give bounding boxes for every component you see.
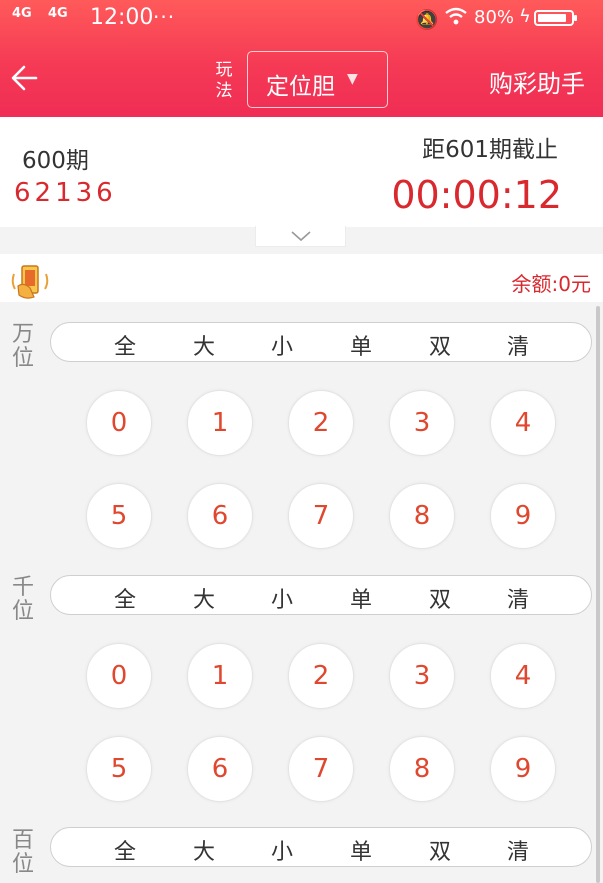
filter-big[interactable]: 大 bbox=[184, 834, 224, 866]
mode-select-value: 定位胆 bbox=[266, 74, 335, 100]
charging-icon: ϟ bbox=[519, 6, 531, 27]
expand-history-button[interactable] bbox=[255, 226, 346, 247]
ball-qian-9[interactable]: 9 bbox=[490, 736, 556, 802]
filter-clear[interactable]: 清 bbox=[498, 582, 538, 614]
signal-4g-icon-2: 4G bbox=[48, 6, 68, 21]
balance-strip: 余额:0元 bbox=[0, 254, 603, 302]
ball-wan-8[interactable]: 8 bbox=[389, 483, 455, 549]
ball-wan-0[interactable]: 0 bbox=[86, 390, 152, 456]
filter-small[interactable]: 小 bbox=[262, 582, 302, 614]
scrollbar[interactable] bbox=[596, 306, 600, 883]
signal-4g-icon-1: 4G bbox=[12, 6, 32, 21]
ball-qian-7[interactable]: 7 bbox=[288, 736, 354, 802]
filter-even[interactable]: 双 bbox=[420, 329, 460, 361]
ball-wan-5[interactable]: 5 bbox=[86, 483, 152, 549]
status-time: 12:00 bbox=[90, 5, 154, 30]
filter-small[interactable]: 小 bbox=[262, 329, 302, 361]
purchase-helper-button[interactable]: 购彩助手 bbox=[489, 64, 585, 99]
draw-info: 600期 62136 距601期截止 00:00:12 bbox=[0, 117, 603, 227]
ball-qian-6[interactable]: 6 bbox=[187, 736, 253, 802]
filter-all[interactable]: 全 bbox=[105, 582, 145, 614]
chevron-down-icon bbox=[291, 231, 311, 242]
filter-odd[interactable]: 单 bbox=[341, 834, 381, 866]
filter-even[interactable]: 双 bbox=[420, 582, 460, 614]
filter-odd[interactable]: 单 bbox=[341, 329, 381, 361]
battery-icon bbox=[534, 10, 577, 26]
account-balance: 余额:0元 bbox=[511, 272, 591, 296]
chevron-down-icon: ▼ bbox=[347, 71, 358, 87]
filter-clear[interactable]: 清 bbox=[498, 329, 538, 361]
ball-qian-3[interactable]: 3 bbox=[389, 643, 455, 709]
ball-qian-0[interactable]: 0 bbox=[86, 643, 152, 709]
shake-phone-icon[interactable] bbox=[10, 262, 54, 302]
ball-qian-4[interactable]: 4 bbox=[490, 643, 556, 709]
bell-muted-icon: 🔕 bbox=[415, 9, 439, 31]
play-method-label: 玩法 bbox=[215, 60, 233, 101]
filter-bar-qian: 全 大 小 单 双 清 bbox=[50, 575, 592, 615]
countdown-timer: 00:00:12 bbox=[391, 173, 562, 217]
filter-all[interactable]: 全 bbox=[105, 834, 145, 866]
back-button[interactable] bbox=[8, 60, 48, 100]
ball-wan-6[interactable]: 6 bbox=[187, 483, 253, 549]
top-bar: 4G 4G 12:00 ··· 🔕 80% ϟ 玩法 定位胆 ▼ 购彩助手 bbox=[0, 0, 603, 117]
ball-wan-7[interactable]: 7 bbox=[288, 483, 354, 549]
position-label-wan: 万位 bbox=[11, 322, 34, 371]
status-more-icon: ··· bbox=[153, 5, 176, 29]
position-label-bai: 百位 bbox=[11, 828, 34, 877]
filter-big[interactable]: 大 bbox=[184, 582, 224, 614]
filter-even[interactable]: 双 bbox=[420, 834, 460, 866]
status-bar: 4G 4G 12:00 ··· 🔕 80% ϟ bbox=[0, 0, 603, 40]
position-label-qian: 千位 bbox=[11, 575, 34, 624]
filter-small[interactable]: 小 bbox=[262, 834, 302, 866]
ball-wan-1[interactable]: 1 bbox=[187, 390, 253, 456]
mode-select[interactable]: 定位胆 ▼ bbox=[247, 51, 388, 108]
arrow-left-icon bbox=[11, 65, 38, 91]
filter-clear[interactable]: 清 bbox=[498, 834, 538, 866]
ball-qian-5[interactable]: 5 bbox=[86, 736, 152, 802]
battery-percent: 80% bbox=[474, 7, 515, 28]
ball-qian-2[interactable]: 2 bbox=[288, 643, 354, 709]
draw-result: 62136 bbox=[14, 178, 117, 208]
filter-odd[interactable]: 单 bbox=[341, 582, 381, 614]
ball-qian-1[interactable]: 1 bbox=[187, 643, 253, 709]
ball-wan-3[interactable]: 3 bbox=[389, 390, 455, 456]
deadline-label: 距601期截止 bbox=[422, 137, 558, 163]
wifi-icon bbox=[444, 6, 468, 31]
filter-big[interactable]: 大 bbox=[184, 329, 224, 361]
filter-all[interactable]: 全 bbox=[105, 329, 145, 361]
ball-wan-4[interactable]: 4 bbox=[490, 390, 556, 456]
current-period: 600期 bbox=[22, 148, 89, 174]
filter-bar-wan: 全 大 小 单 双 清 bbox=[50, 322, 592, 362]
ball-qian-8[interactable]: 8 bbox=[389, 736, 455, 802]
ball-wan-9[interactable]: 9 bbox=[490, 483, 556, 549]
filter-bar-bai: 全 大 小 单 双 清 bbox=[50, 827, 592, 867]
ball-wan-2[interactable]: 2 bbox=[288, 390, 354, 456]
